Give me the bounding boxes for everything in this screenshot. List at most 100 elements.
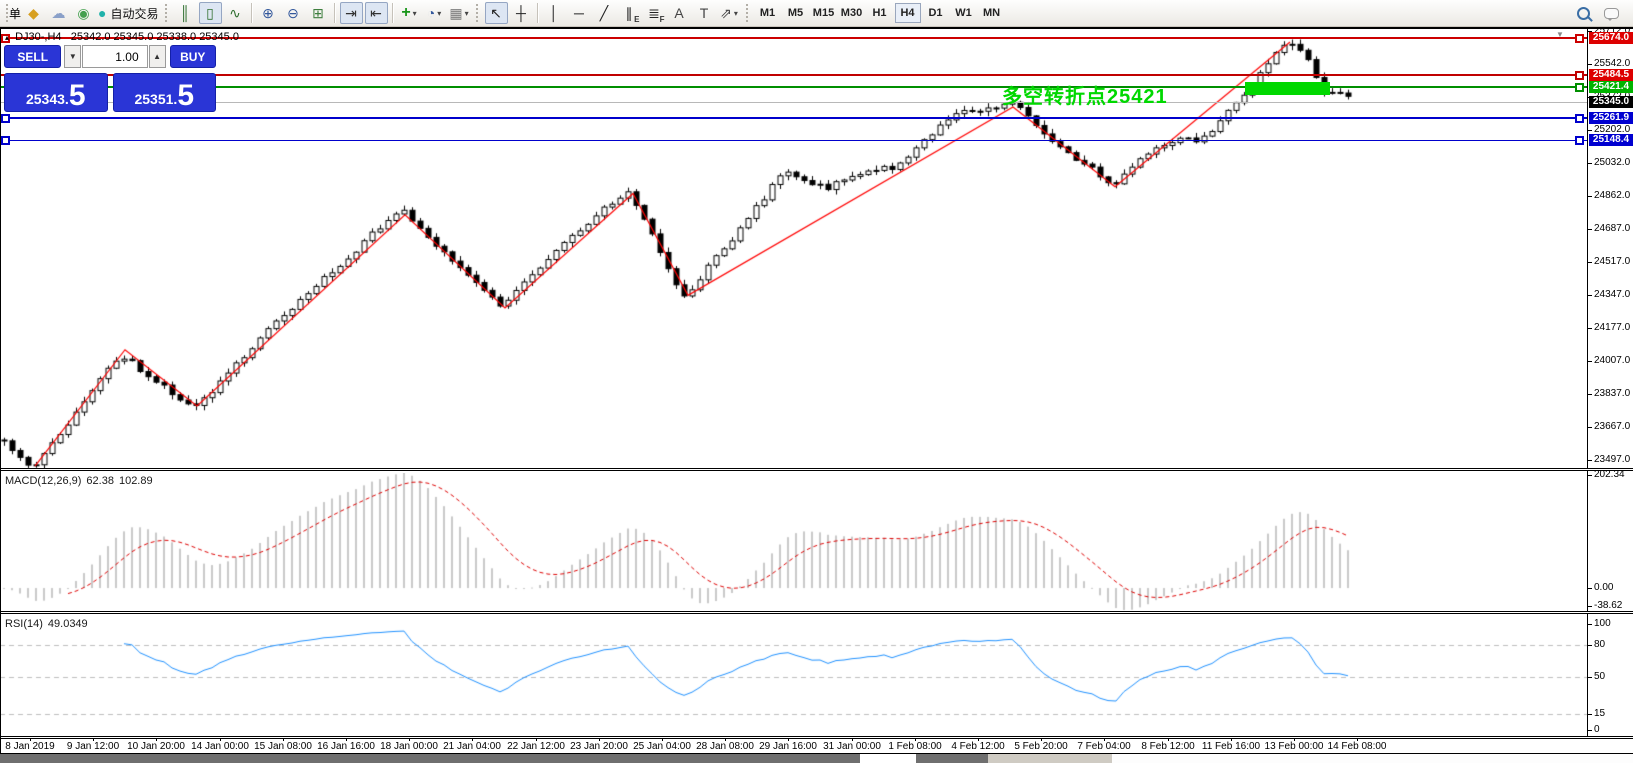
signals-button[interactable]: ◉ <box>72 2 95 24</box>
bottom-strip-tab[interactable] <box>988 754 1112 763</box>
draw-text-label-button[interactable]: T <box>693 2 716 24</box>
bottom-strip-segment <box>0 754 860 763</box>
cursor-button[interactable]: ↖ <box>485 2 508 24</box>
new-order-button[interactable]: 单 <box>9 5 21 22</box>
date-label: 25 Jan 04:00 <box>633 741 691 752</box>
tf-w1-button[interactable]: W1 <box>951 3 977 23</box>
templates-button[interactable]: ▦▾ <box>448 2 471 24</box>
buy-button[interactable]: BUY <box>170 45 217 68</box>
crosshair-button[interactable]: ┼ <box>510 2 533 24</box>
auto-scroll-button[interactable]: ⇥ <box>340 2 363 24</box>
volume-increase-button[interactable]: ▲ <box>149 45 166 68</box>
bottom-strip-segment <box>1112 754 1633 763</box>
price-tick <box>1588 64 1592 65</box>
indicators-list-button[interactable]: +▾ <box>398 2 421 24</box>
rsi-pane[interactable] <box>0 615 1587 736</box>
price-tick <box>1588 229 1592 230</box>
rsi-indicator-label: RSI(14)49.0349 <box>5 618 93 630</box>
tf-d1-button[interactable]: D1 <box>923 3 949 23</box>
templates-dropdown-arrow[interactable]: ▾ <box>465 9 469 18</box>
line-handle[interactable] <box>1575 114 1584 123</box>
pane-separator-rsi[interactable] <box>0 611 1633 614</box>
draw-channel-sub-letter: E <box>634 15 639 24</box>
line-handle[interactable] <box>1575 83 1584 92</box>
rsi-tick <box>1588 677 1592 678</box>
draw-trendline-button[interactable]: ╱ <box>593 2 616 24</box>
history-center-button[interactable]: ◆ <box>22 2 45 24</box>
sell-button[interactable]: SELL <box>4 45 61 68</box>
price-line-resistance[interactable] <box>0 74 1587 76</box>
chart-symbol-period: DJ30-,H4 <box>15 31 61 43</box>
zoom-out-button[interactable]: ⊖ <box>282 2 305 24</box>
indicators-list-dropdown-arrow[interactable]: ▾ <box>413 9 417 18</box>
chart-candle-mode-button[interactable]: ▯ <box>199 2 222 24</box>
price-tick <box>1588 130 1592 131</box>
main-price-chart[interactable] <box>0 29 1587 470</box>
draw-channel-button[interactable]: ∥E <box>618 2 641 24</box>
market-watch-button[interactable]: ☁ <box>47 2 70 24</box>
sell-price-button[interactable]: 25343.5 <box>4 73 108 112</box>
draw-fibonacci-sub-letter: F <box>660 15 665 24</box>
chart-shift-button[interactable]: ⇤ <box>365 2 388 24</box>
history-center-icon: ◆ <box>28 6 39 20</box>
search-button[interactable] <box>1572 2 1595 24</box>
auto-trading-button[interactable]: ●自动交易 <box>97 2 159 24</box>
crosshair-icon: ┼ <box>516 6 526 20</box>
line-handle[interactable] <box>1575 136 1584 145</box>
tf-mn-button[interactable]: MN <box>979 3 1005 23</box>
macd-pane[interactable] <box>0 473 1587 611</box>
price-line-pivot[interactable] <box>0 86 1587 88</box>
draw-horizontal-line-icon: ─ <box>574 6 584 20</box>
tf-h4-button[interactable]: H4 <box>895 3 921 23</box>
chart-shift-marker-icon[interactable]: ▼ <box>1556 30 1564 39</box>
tf-m15-button[interactable]: M15 <box>811 3 837 23</box>
line-handle[interactable] <box>1 114 10 123</box>
chart-line-mode-button[interactable]: ∿ <box>224 2 247 24</box>
draw-vertical-line-button[interactable]: │ <box>543 2 566 24</box>
draw-channel-icon: ∥ <box>626 6 633 20</box>
pane-separator-macd[interactable] <box>0 468 1633 471</box>
volume-input[interactable]: 1.00 <box>82 45 147 68</box>
bottom-strip <box>0 754 1633 763</box>
toolbar-grip <box>746 4 750 22</box>
draw-horizontal-line-button[interactable]: ─ <box>568 2 591 24</box>
bottom-strip-tab[interactable] <box>860 754 916 763</box>
chart-bar-mode-button[interactable]: ║ <box>174 2 197 24</box>
buy-price-button[interactable]: 25351.5 <box>113 73 217 112</box>
line-handle[interactable] <box>1575 71 1584 80</box>
zoom-in-icon: ⊕ <box>262 6 274 20</box>
chart-active-marker: ▴ <box>5 33 9 42</box>
toolbar-separator <box>392 3 394 23</box>
price-line-support[interactable] <box>0 117 1587 119</box>
tf-h1-button[interactable]: H1 <box>867 3 893 23</box>
price-level-badge: 25261.9 <box>1589 112 1633 124</box>
periods-button[interactable]: ◔▾ <box>423 2 446 24</box>
draw-fibonacci-button[interactable]: ≣F <box>643 2 666 24</box>
draw-arrows-button[interactable]: ⇗▾ <box>718 2 741 24</box>
chat-button[interactable] <box>1600 2 1623 24</box>
volume-decrease-button[interactable]: ▼ <box>64 45 81 68</box>
tile-windows-button[interactable]: ⊞ <box>307 2 330 24</box>
draw-text-button[interactable]: A <box>668 2 691 24</box>
tf-m1-button[interactable]: M1 <box>755 3 781 23</box>
line-handle[interactable] <box>1575 34 1584 43</box>
date-label: 18 Jan 00:00 <box>380 741 438 752</box>
zoom-in-button[interactable]: ⊕ <box>257 2 280 24</box>
price-line-support[interactable] <box>0 140 1587 141</box>
tf-m30-button[interactable]: M30 <box>839 3 865 23</box>
price-line-last-price[interactable] <box>0 102 1587 103</box>
draw-arrows-dropdown-arrow[interactable]: ▾ <box>734 9 738 18</box>
line-handle[interactable] <box>1 136 10 145</box>
draw-text-label-icon: T <box>700 6 709 20</box>
chat-icon <box>1604 8 1619 19</box>
price-tick <box>1588 328 1592 329</box>
highlight-rectangle[interactable] <box>1245 82 1330 95</box>
periods-dropdown-arrow[interactable]: ▾ <box>437 9 441 18</box>
price-tick-label: 25032.0 <box>1594 157 1630 168</box>
tile-windows-icon: ⊞ <box>312 6 324 20</box>
bull-bear-pivot-annotation[interactable]: 多空转折点25421 <box>1002 80 1168 109</box>
draw-fibonacci-icon: ≣ <box>648 6 660 20</box>
price-level-badge: 25148.4 <box>1589 134 1633 146</box>
macd-tick <box>1588 475 1592 476</box>
tf-m5-button[interactable]: M5 <box>783 3 809 23</box>
